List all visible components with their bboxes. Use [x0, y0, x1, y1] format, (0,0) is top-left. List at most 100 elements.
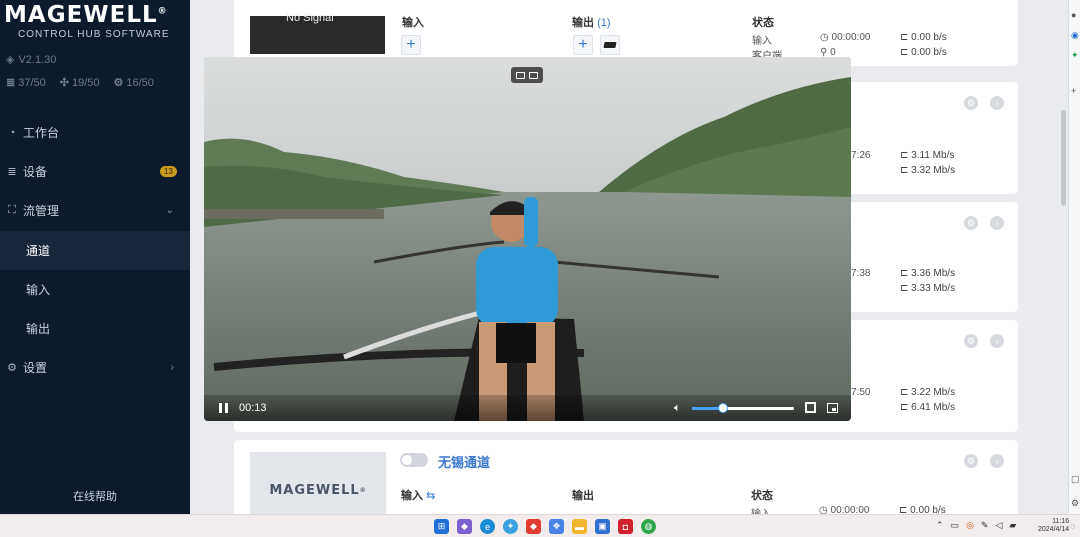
channel-thumbnail[interactable]: No Signal [250, 12, 385, 54]
nav-inputs[interactable]: 输入 [0, 270, 190, 309]
gear-icon[interactable]: ⚙ [964, 216, 978, 230]
input-bitrate: ⊏ 3.36 Mb/s [900, 268, 956, 279]
clock-icon: ◷ [819, 505, 828, 514]
bitrate-icon: ⊏ [900, 165, 909, 176]
system-clock[interactable]: 11:16 2024/4/14 [1038, 518, 1069, 534]
edit-icon[interactable]: ✎ [981, 520, 989, 531]
chevron-up-icon[interactable]: ⌃ [936, 520, 944, 531]
stream-count: ⚙ 16/50 [113, 76, 154, 90]
input-duration: 7:50 [851, 387, 871, 398]
app-icon[interactable]: ◎ [966, 520, 974, 531]
channel-card-wuxi: ⚙› MAGEWELL® 无锡通道 输入 ⇆ 输出 状态 输入 ◷ 00:00:… [234, 440, 1018, 514]
clock-icon: ◷ [820, 32, 829, 43]
version-info: ◈ V2.1.30 [6, 53, 56, 67]
notification-icon[interactable]: ◌ [1070, 521, 1075, 531]
channel-thumbnail[interactable]: MAGEWELL ® [250, 452, 386, 514]
gear-icon[interactable]: ⚙ [964, 334, 978, 348]
brand-logo: MAGEWELL® [4, 2, 168, 28]
input-label: 输入 ⇆ [401, 490, 436, 502]
chevron-down-icon: ⌄ [165, 205, 174, 216]
output-bitrate: ⊏ 3.32 Mb/s [900, 165, 956, 176]
app-icon[interactable]: ✦ [503, 519, 518, 534]
bitrate-icon: ⊏ [899, 505, 908, 514]
bitrate-icon: ⊏ [900, 32, 909, 43]
output-bitrate: ⊏ 6.41 Mb/s [900, 402, 956, 413]
add-output-button[interactable]: + [573, 35, 593, 55]
stream-icon: ⛶ [8, 204, 16, 216]
battery-icon[interactable]: ▰ [1009, 520, 1016, 531]
picture-in-picture-icon[interactable] [827, 403, 838, 413]
fullscreen-icon[interactable] [805, 402, 816, 413]
volume-slider[interactable] [692, 403, 794, 413]
main-scrollbar[interactable] [1061, 110, 1066, 206]
bitrate-icon: ⊏ [900, 402, 909, 413]
bitrate-icon: ⊏ [900, 283, 909, 294]
status-input-label: 输入 [751, 505, 771, 514]
sound-icon[interactable]: ◁ [995, 520, 1002, 531]
channel-name[interactable]: 无锡通道 [438, 452, 490, 471]
volume-icon[interactable]: 🔈︎ [674, 402, 681, 415]
volume-handle[interactable] [717, 403, 728, 413]
card-actions: ⚙ › [964, 454, 1004, 468]
play-icon[interactable]: › [990, 454, 1004, 468]
gear-icon[interactable]: ⚙ [1071, 498, 1079, 509]
nav-dashboard[interactable]: ◔ 工作台 [0, 113, 190, 152]
chevron-right-icon: › [170, 362, 174, 373]
app-icon[interactable]: ◆ [457, 519, 472, 534]
online-help-link[interactable]: 在线帮助 [0, 488, 190, 504]
app-icon[interactable]: ◆ [526, 519, 541, 534]
nav-settings[interactable]: ⚙ 设置 › [0, 348, 190, 387]
play-icon[interactable]: › [990, 96, 1004, 110]
player-top-controls[interactable] [511, 67, 543, 83]
app-icon[interactable]: ◘ [618, 519, 633, 534]
folder-icon[interactable]: ▬ [572, 519, 587, 534]
card-actions: ⚙ › [964, 334, 1004, 348]
output-device-button[interactable] [600, 35, 620, 55]
video-player[interactable]: 00:13 🔈︎ [204, 57, 851, 421]
device-icon [603, 42, 617, 48]
app-icon[interactable]: ❖ [549, 519, 564, 534]
output-bitrate: ⊏ 3.33 Mb/s [900, 283, 956, 294]
input-bitrate: ⊏ 3.22 Mb/s [900, 387, 956, 398]
license-stats: ≣ 37/50 ✣ 19/50 ⚙ 16/50 [6, 76, 154, 90]
server-icon: ≣ [6, 77, 16, 89]
gear-icon[interactable]: ⚙ [964, 454, 978, 468]
chat-icon[interactable]: ◍ [641, 519, 656, 534]
panel-icon[interactable]: ▢ [1071, 474, 1080, 485]
status-label: 状态 [751, 490, 773, 502]
nav-stream-management[interactable]: ⛶ 流管理 ⌄ [0, 191, 190, 230]
network-icon[interactable]: ▭ [951, 520, 960, 531]
gear-icon[interactable]: ⚙ [964, 96, 978, 110]
nav-channels[interactable]: 通道 [0, 231, 190, 270]
nav-devices[interactable]: ≣ 设备 13 [0, 152, 190, 191]
input-bitrate: ⊏ 0.00 b/s [899, 505, 946, 514]
brand-subtitle: CONTROL HUB SOFTWARE [18, 29, 170, 40]
node-icon: ✣ [59, 77, 69, 89]
profile-icon[interactable]: ● [1071, 10, 1076, 20]
nav-outputs[interactable]: 输出 [0, 309, 190, 348]
bitrate-icon: ⊏ [900, 268, 909, 279]
app-icon[interactable]: ▣ [595, 519, 610, 534]
play-icon[interactable]: › [990, 216, 1004, 230]
capture-icon[interactable] [516, 71, 525, 79]
play-icon[interactable]: › [990, 334, 1004, 348]
output-label: 输出 [572, 490, 594, 502]
status-label: 状态 [752, 17, 774, 29]
add-input-button[interactable]: + [401, 35, 421, 55]
windows-start-icon[interactable]: ⊞ [434, 519, 449, 534]
browser-icon[interactable]: e [480, 519, 495, 534]
plus-icon[interactable]: + [1071, 86, 1076, 96]
system-tray: ⌃ ▭ ◎ ✎ ◁ ▰ [936, 520, 1016, 531]
channel-enable-toggle[interactable] [400, 453, 428, 467]
app-icon[interactable]: ◉ [1071, 30, 1079, 41]
pause-icon[interactable] [219, 403, 228, 413]
layers-icon: ◈ [6, 54, 15, 66]
status-input-label: 输入 [752, 36, 772, 47]
input-duration: 7:26 [851, 150, 871, 161]
record-icon[interactable] [529, 71, 538, 79]
bitrate-icon: ⊏ [900, 47, 909, 58]
app-icon[interactable]: ✦ [1071, 50, 1079, 61]
input-duration: ◷ 00:00:00 [820, 32, 871, 43]
browser-side-panel: ● ◉ ✦ + ▢ ⚙ [1068, 0, 1080, 514]
dashboard-icon: ◔ [8, 126, 16, 139]
